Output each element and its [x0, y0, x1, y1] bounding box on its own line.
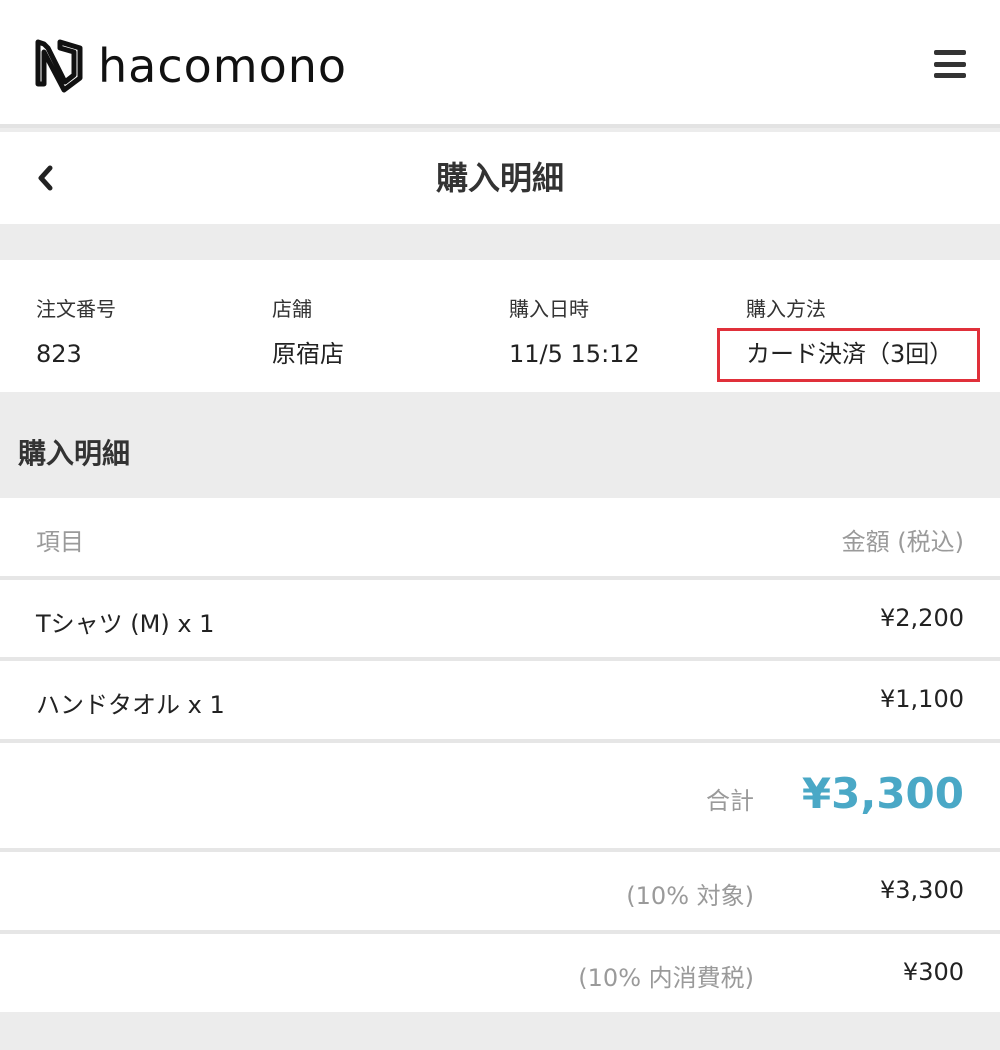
- item-name: Tシャツ (M) x 1: [36, 610, 215, 638]
- item-price: ¥1,100: [880, 685, 964, 713]
- table-row: Tシャツ (M) x 1 ¥2,200: [0, 580, 1000, 657]
- logo-text: hacomono: [98, 39, 348, 93]
- total-amount: ¥3,300: [801, 769, 964, 818]
- tax-target-row: (10% 対象) ¥3,300: [0, 852, 1000, 930]
- order-number-block: 注文番号 823: [36, 296, 116, 370]
- item-price: ¥2,200: [880, 604, 964, 632]
- total-row: 合計 ¥3,300: [0, 743, 1000, 848]
- page-titlebar: 購入明細: [0, 132, 1000, 224]
- item-name: ハンドタオル x 1: [36, 691, 225, 719]
- app-header: hacomono: [0, 0, 1000, 128]
- tax-target-label: (10% 対象): [626, 882, 754, 910]
- tax-included-label: (10% 内消費税): [578, 964, 754, 992]
- page-title: 購入明細: [435, 159, 564, 197]
- order-number-value: 823: [36, 340, 82, 368]
- order-number-label: 注文番号: [36, 297, 116, 321]
- payment-method-block: 購入方法 カード決済（3回）: [746, 296, 953, 370]
- details-column-header: 項目 金額 (税込): [0, 498, 1000, 576]
- hacomono-logo[interactable]: hacomono: [34, 38, 347, 94]
- store-block: 店舗 原宿店: [272, 296, 344, 370]
- table-row: ハンドタオル x 1 ¥1,100: [0, 661, 1000, 739]
- hacomono-logo-icon: [35, 39, 83, 93]
- hamburger-menu-icon[interactable]: [934, 50, 966, 78]
- purchase-datetime-block: 購入日時 11/5 15:12: [509, 296, 640, 370]
- payment-method-value: カード決済（3回）: [746, 340, 954, 368]
- tax-target-value: ¥3,300: [880, 876, 964, 904]
- details-section-title: 購入明細: [18, 437, 131, 470]
- store-value: 原宿店: [272, 340, 344, 368]
- purchase-datetime-label: 購入日時: [509, 297, 589, 321]
- order-info: 注文番号 823 店舗 原宿店 購入日時 11/5 15:12 購入方法 カード…: [0, 260, 1000, 392]
- payment-method-label: 購入方法: [746, 297, 826, 321]
- item-column-header: 項目: [36, 528, 84, 556]
- tax-included-value: ¥300: [902, 958, 964, 986]
- purchase-datetime-value: 11/5 15:12: [509, 340, 640, 368]
- tax-included-row: (10% 内消費税) ¥300: [0, 934, 1000, 1012]
- details-section-header: 購入明細: [0, 392, 1000, 498]
- store-label: 店舗: [272, 297, 312, 321]
- amount-column-header: 金額 (税込): [841, 528, 964, 556]
- total-label: 合計: [706, 787, 754, 815]
